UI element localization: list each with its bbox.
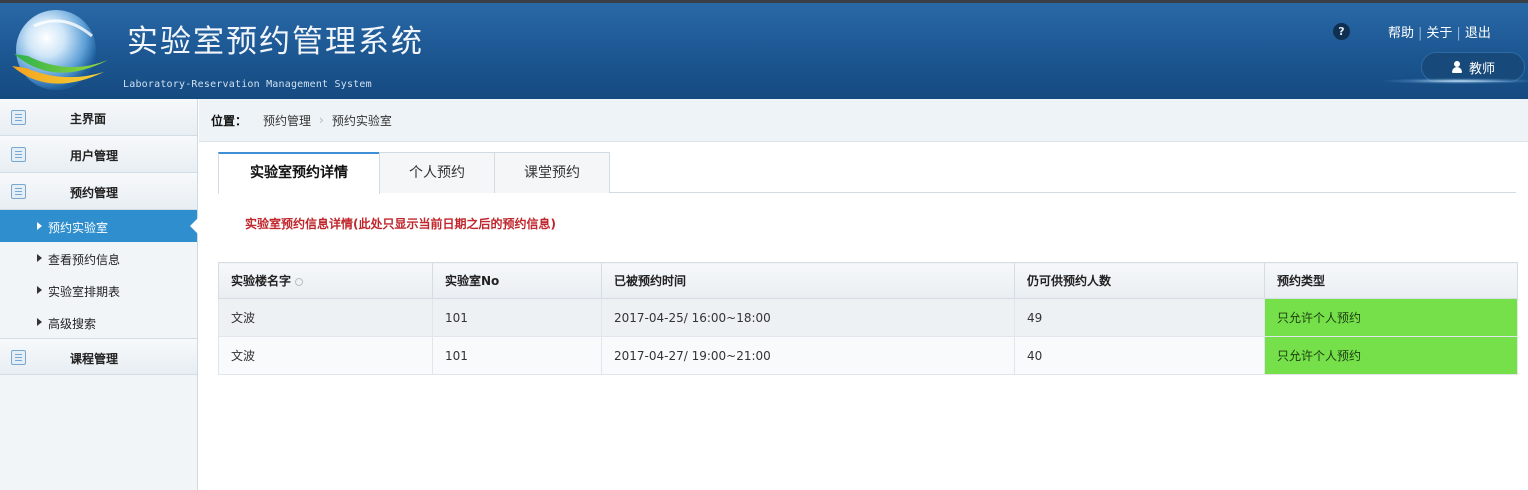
user-icon (1451, 61, 1463, 73)
header-glow (1380, 78, 1528, 84)
sidebar-section-home[interactable]: 主界面 (0, 99, 197, 136)
sort-icon[interactable] (295, 277, 304, 286)
sidebar-section-course-management[interactable]: 课程管理 (0, 338, 197, 375)
triangle-right-icon (37, 318, 42, 326)
cell-reservation-type: 只允许个人预约 (1264, 336, 1518, 375)
list-icon (11, 350, 26, 365)
sidebar-section-label: 预约管理 (70, 186, 119, 200)
breadcrumb-item[interactable]: 预约实验室 (332, 112, 392, 129)
top-links: 帮助 | 关于 | 退出 (1388, 22, 1491, 41)
table-row[interactable]: 文波 101 2017-04-27/ 19:00~21:00 40 只允许个人预… (218, 336, 1518, 375)
sidebar-item-lab-schedule[interactable]: 实验室排期表 (0, 274, 197, 306)
cell-building: 文波 (218, 298, 433, 337)
cell-remaining-capacity: 40 (1014, 336, 1265, 375)
help-link[interactable]: 帮助 (1388, 22, 1414, 41)
column-header-lab-no[interactable]: 实验室No (432, 262, 602, 299)
sidebar-item-label: 查看预约信息 (48, 253, 121, 267)
notice-text: 实验室预约信息详情(此处只显示当前日期之后的预约信息) (245, 217, 556, 231)
table-row[interactable]: 文波 101 2017-04-25/ 16:00~18:00 49 只允许个人预… (218, 298, 1518, 337)
cell-building: 文波 (218, 336, 433, 375)
app-header: 实验室预约管理系统 Laboratory-Reservation Managem… (0, 0, 1528, 99)
sidebar-section-label: 课程管理 (70, 352, 119, 366)
sidebar-section-user-management[interactable]: 用户管理 (0, 136, 197, 173)
cell-reserved-time: 2017-04-27/ 19:00~21:00 (601, 336, 1015, 375)
triangle-right-icon (37, 222, 42, 230)
cell-remaining-capacity: 49 (1014, 298, 1265, 337)
help-question-icon[interactable]: ? (1333, 23, 1350, 40)
reservation-table: 实验楼名字 实验室No 已被预约时间 仍可供预约人数 预约类型 文波 101 2… (218, 262, 1518, 375)
column-header-remaining-capacity[interactable]: 仍可供预约人数 (1014, 262, 1265, 299)
breadcrumb-separator: › (319, 113, 324, 127)
list-icon (11, 184, 26, 199)
logout-link[interactable]: 退出 (1465, 22, 1491, 41)
header-top-line (0, 0, 1528, 3)
sidebar-item-label: 实验室排期表 (48, 285, 121, 299)
list-icon (11, 110, 26, 125)
cell-lab-no: 101 (432, 336, 602, 375)
cell-reservation-type: 只允许个人预约 (1264, 298, 1518, 337)
link-divider: | (1456, 26, 1461, 41)
triangle-right-icon (37, 254, 42, 262)
triangle-right-icon (37, 286, 42, 294)
column-header-building[interactable]: 实验楼名字 (218, 262, 433, 299)
sidebar-section-label: 用户管理 (70, 149, 119, 163)
tab-lab-reservation-details[interactable]: 实验室预约详情 (218, 152, 380, 194)
column-header-reservation-type[interactable]: 预约类型 (1264, 262, 1518, 299)
sidebar-item-label: 预约实验室 (48, 221, 109, 235)
sidebar-item-view-reservations[interactable]: 查看预约信息 (0, 242, 197, 274)
logo-globe-icon (12, 10, 108, 90)
breadcrumb-item[interactable]: 预约管理 (263, 112, 311, 129)
sidebar-item-reserve-lab[interactable]: 预约实验室 (0, 210, 198, 242)
sidebar-section-reservation-management[interactable]: 预约管理 (0, 173, 197, 210)
cell-lab-no: 101 (432, 298, 602, 337)
breadcrumb: 位置： 预约管理 › 预约实验室 (199, 99, 1528, 142)
app-subtitle: Laboratory-Reservation Management System (123, 79, 372, 90)
about-link[interactable]: 关于 (1426, 22, 1452, 41)
tab-bar: 实验室预约详情 个人预约 课堂预约 (218, 152, 1516, 194)
breadcrumb-label: 位置： (211, 113, 248, 128)
column-header-label: 实验楼名字 (231, 274, 292, 288)
column-header-reserved-time[interactable]: 已被预约时间 (601, 262, 1015, 299)
sidebar-section-label: 主界面 (70, 112, 107, 126)
sidebar: 主界面 用户管理 预约管理 预约实验室 查看预约信息 实验室排期表 高级搜索 课… (0, 99, 198, 490)
list-icon (11, 147, 26, 162)
user-role-label: 教师 (1468, 61, 1495, 77)
sidebar-item-label: 高级搜索 (48, 317, 97, 331)
tab-personal-reservation[interactable]: 个人预约 (379, 152, 495, 193)
sidebar-item-advanced-search[interactable]: 高级搜索 (0, 306, 197, 338)
app-title: 实验室预约管理系统 (127, 24, 424, 60)
link-divider: | (1418, 26, 1423, 41)
tab-class-reservation[interactable]: 课堂预约 (494, 152, 610, 193)
active-indicator (190, 218, 198, 234)
cell-reserved-time: 2017-04-25/ 16:00~18:00 (601, 298, 1015, 337)
table-header-row: 实验楼名字 实验室No 已被预约时间 仍可供预约人数 预约类型 (218, 262, 1518, 299)
